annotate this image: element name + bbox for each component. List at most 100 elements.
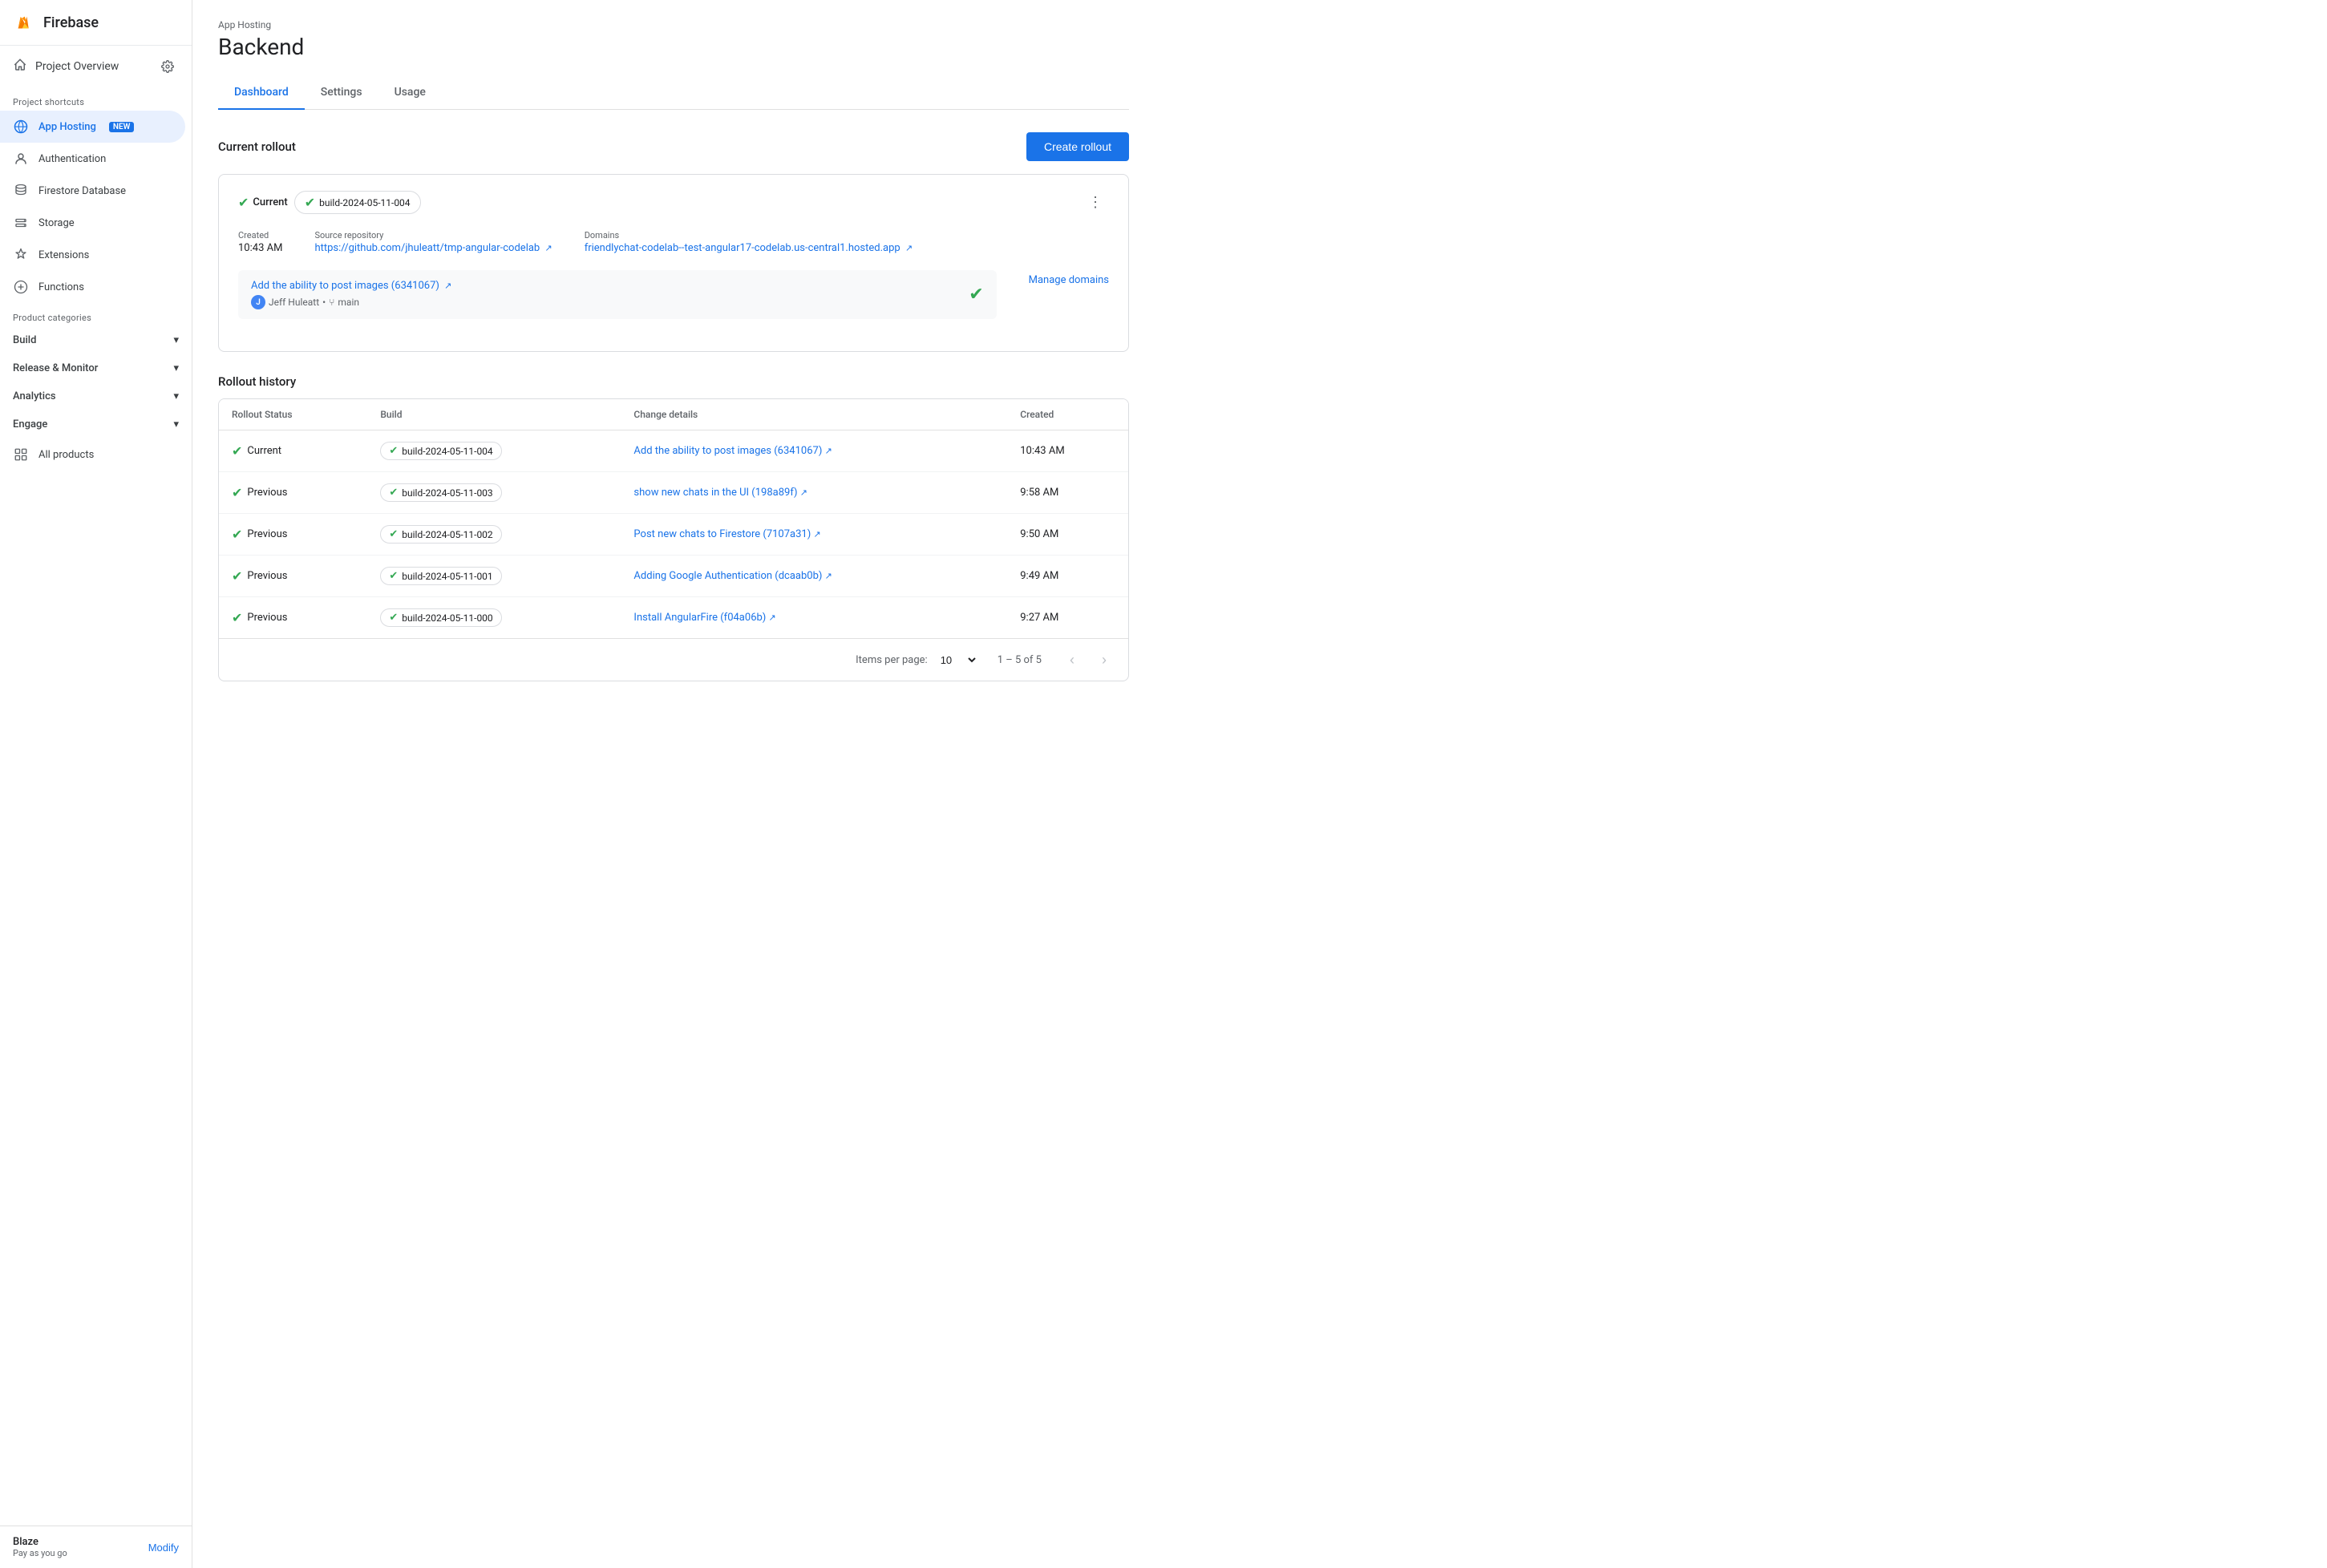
row-build: ✔build-2024-05-11-002: [367, 514, 621, 556]
row-created: 9:58 AM: [1007, 472, 1128, 514]
tab-bar: Dashboard Settings Usage: [218, 76, 1129, 110]
release-label: Release & Monitor: [13, 362, 98, 374]
categories-section-label: Product categories: [0, 303, 192, 326]
change-external-icon: ↗: [825, 571, 832, 581]
row-status: ✔Previous: [219, 472, 367, 514]
pagination-text: 1 – 5 of 5: [998, 654, 1042, 666]
change-link[interactable]: show new chats in the UI (198a89f) ↗: [633, 487, 807, 499]
storage-label: Storage: [38, 217, 75, 229]
create-rollout-button[interactable]: Create rollout: [1026, 132, 1129, 161]
change-link[interactable]: Add the ability to post images (6341067)…: [633, 445, 832, 457]
row-created: 9:49 AM: [1007, 556, 1128, 597]
change-link[interactable]: Adding Google Authentication (dcaab0b) ↗: [633, 570, 832, 582]
row-change: show new chats in the UI (198a89f) ↗: [621, 472, 1007, 514]
sidebar-item-extensions[interactable]: Extensions: [0, 239, 185, 271]
tab-usage[interactable]: Usage: [378, 76, 442, 110]
build-check-icon: ✔: [389, 487, 398, 499]
change-external-icon: ↗: [769, 612, 776, 623]
sidebar-item-app-hosting[interactable]: App Hosting NEW: [0, 111, 185, 143]
main-content: App Hosting Backend Dashboard Settings U…: [192, 0, 2327, 1568]
table-row: ✔Previous✔build-2024-05-11-001Adding Goo…: [219, 556, 1128, 597]
three-dot-menu-button[interactable]: ⋮: [1082, 191, 1109, 214]
page-title: Backend: [218, 34, 1129, 60]
current-label: Current: [253, 196, 287, 208]
row-change: Adding Google Authentication (dcaab0b) ↗: [621, 556, 1007, 597]
row-created: 9:27 AM: [1007, 597, 1128, 639]
release-chevron-icon: ▾: [173, 362, 179, 374]
app-hosting-icon: [13, 119, 29, 135]
app-hosting-label: App Hosting: [38, 121, 96, 133]
build-check-icon: ✔: [389, 528, 398, 540]
build-label: Build: [13, 334, 36, 346]
sidebar-item-all-products[interactable]: All products: [0, 438, 185, 471]
build-check-icon: ✔: [305, 195, 315, 210]
commit-row: Add the ability to post images (6341067)…: [238, 270, 997, 319]
table-row: ✔ Previous ✔build-2024-05-11-002 Post new c…: [219, 514, 1128, 556]
sidebar-header: Firebase: [0, 0, 192, 46]
rollout-card-header: ✔ Current ✔ build-2024-05-11-004 ⋮: [238, 191, 1109, 214]
engage-label: Engage: [13, 418, 47, 430]
sidebar-category-release[interactable]: Release & Monitor ▾: [0, 354, 192, 382]
sidebar: Firebase Project Overview Project shortc…: [0, 0, 192, 1568]
functions-icon: [13, 279, 29, 295]
change-link[interactable]: Install AngularFire (f04a06b) ↗: [633, 612, 775, 624]
authentication-icon: [13, 151, 29, 167]
sidebar-bottom: Blaze Pay as you go Modify: [0, 1526, 192, 1568]
commit-external-icon: ↗: [444, 281, 451, 291]
status-check-icon: ✔: [232, 610, 242, 625]
domain-external-icon: ↗: [905, 243, 913, 253]
check-icon: ✔: [238, 195, 249, 210]
history-table-wrapper: Rollout Status Build Change details Crea…: [218, 398, 1129, 681]
row-created: 9:50 AM: [1007, 514, 1128, 556]
current-rollout-card: ✔ Current ✔ build-2024-05-11-004 ⋮ Creat…: [218, 174, 1129, 352]
source-repo-link[interactable]: https://github.com/jhuleatt/tmp-angular-…: [314, 242, 552, 254]
commit-link[interactable]: Add the ability to post images (6341067)…: [251, 280, 451, 292]
table-row: ✔Previous✔build-2024-05-11-000Install An…: [219, 597, 1128, 639]
project-overview-label: Project Overview: [35, 60, 119, 73]
col-build: Build: [367, 399, 621, 430]
sidebar-item-functions[interactable]: Functions: [0, 271, 185, 303]
analytics-chevron-icon: ▾: [173, 390, 179, 402]
commit-check-icon: ✔: [969, 285, 983, 305]
current-status-badge: ✔ Current: [238, 195, 288, 210]
history-table: Rollout Status Build Change details Crea…: [219, 399, 1128, 638]
analytics-label: Analytics: [13, 390, 56, 402]
items-per-page: Items per page: 10 25 50: [856, 652, 978, 669]
tab-dashboard[interactable]: Dashboard: [218, 76, 305, 110]
domain-link[interactable]: friendlychat-codelab--test-angular17-cod…: [585, 242, 1109, 254]
sidebar-item-authentication[interactable]: Authentication: [0, 143, 185, 175]
table-header: Rollout Status Build Change details Crea…: [219, 399, 1128, 430]
branch-icon: ⑂: [329, 297, 334, 308]
status-text: Previous: [247, 528, 287, 540]
status-text: Previous: [247, 487, 287, 499]
change-link[interactable]: Post new chats to Firestore (7107a31) ↗: [633, 528, 820, 540]
items-per-page-label: Items per page:: [856, 654, 928, 666]
sidebar-item-firestore[interactable]: Firestore Database: [0, 175, 185, 207]
extensions-label: Extensions: [38, 249, 89, 261]
per-page-select[interactable]: 10 25 50: [934, 652, 978, 669]
domains-label: Domains: [585, 230, 1109, 240]
home-icon: [13, 58, 27, 75]
table-footer: Items per page: 10 25 50 1 – 5 of 5 ‹ ›: [219, 638, 1128, 681]
next-page-button[interactable]: ›: [1093, 649, 1115, 671]
build-check-icon: ✔: [389, 445, 398, 457]
new-badge: NEW: [109, 122, 135, 132]
settings-gear-button[interactable]: [156, 55, 179, 78]
status-check-icon: ✔: [232, 527, 242, 542]
prev-page-button[interactable]: ‹: [1061, 649, 1083, 671]
manage-domains-link[interactable]: Manage domains: [1029, 274, 1109, 286]
status-text: Previous: [247, 570, 287, 582]
shortcuts-section-label: Project shortcuts: [0, 87, 192, 111]
created-label: Created: [238, 230, 282, 240]
row-build: ✔build-2024-05-11-000: [367, 597, 621, 639]
sidebar-category-build[interactable]: Build ▾: [0, 326, 192, 354]
sidebar-item-storage[interactable]: Storage: [0, 207, 185, 239]
tab-settings[interactable]: Settings: [305, 76, 378, 110]
row-build-badge: ✔build-2024-05-11-002: [380, 525, 501, 544]
modify-button[interactable]: Modify: [148, 1542, 179, 1554]
sidebar-category-analytics[interactable]: Analytics ▾: [0, 382, 192, 410]
row-change: Post new chats to Firestore (7107a31) ↗: [621, 514, 1007, 556]
sidebar-category-engage[interactable]: Engage ▾: [0, 410, 192, 438]
project-overview-item[interactable]: Project Overview: [0, 46, 192, 87]
pagination-nav: ‹ ›: [1061, 649, 1115, 671]
